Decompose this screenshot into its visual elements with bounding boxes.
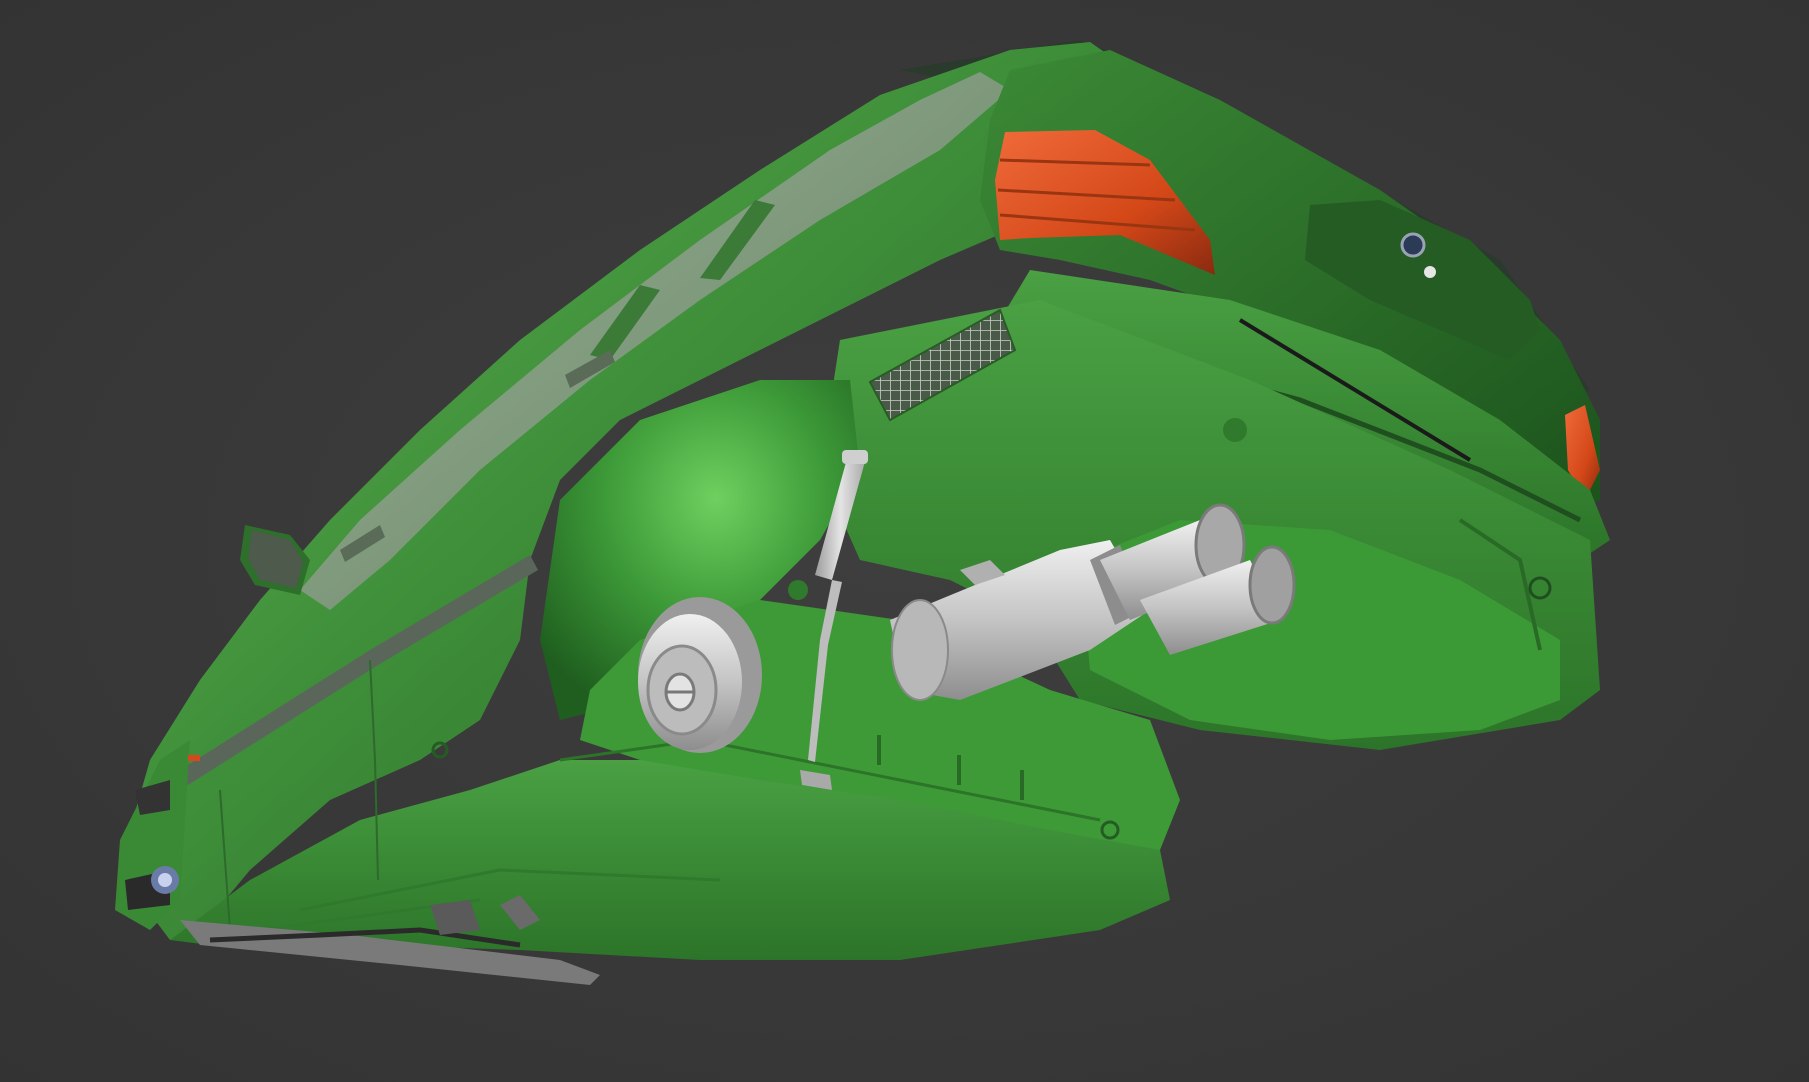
spare-wheel-icon <box>638 597 762 753</box>
3d-viewport[interactable] <box>0 0 1809 1082</box>
badge-logo-icon <box>1400 232 1426 258</box>
side-mirror-icon <box>240 525 310 595</box>
trunk-lock-icon <box>1424 266 1436 278</box>
car-underside-model <box>115 40 1610 985</box>
